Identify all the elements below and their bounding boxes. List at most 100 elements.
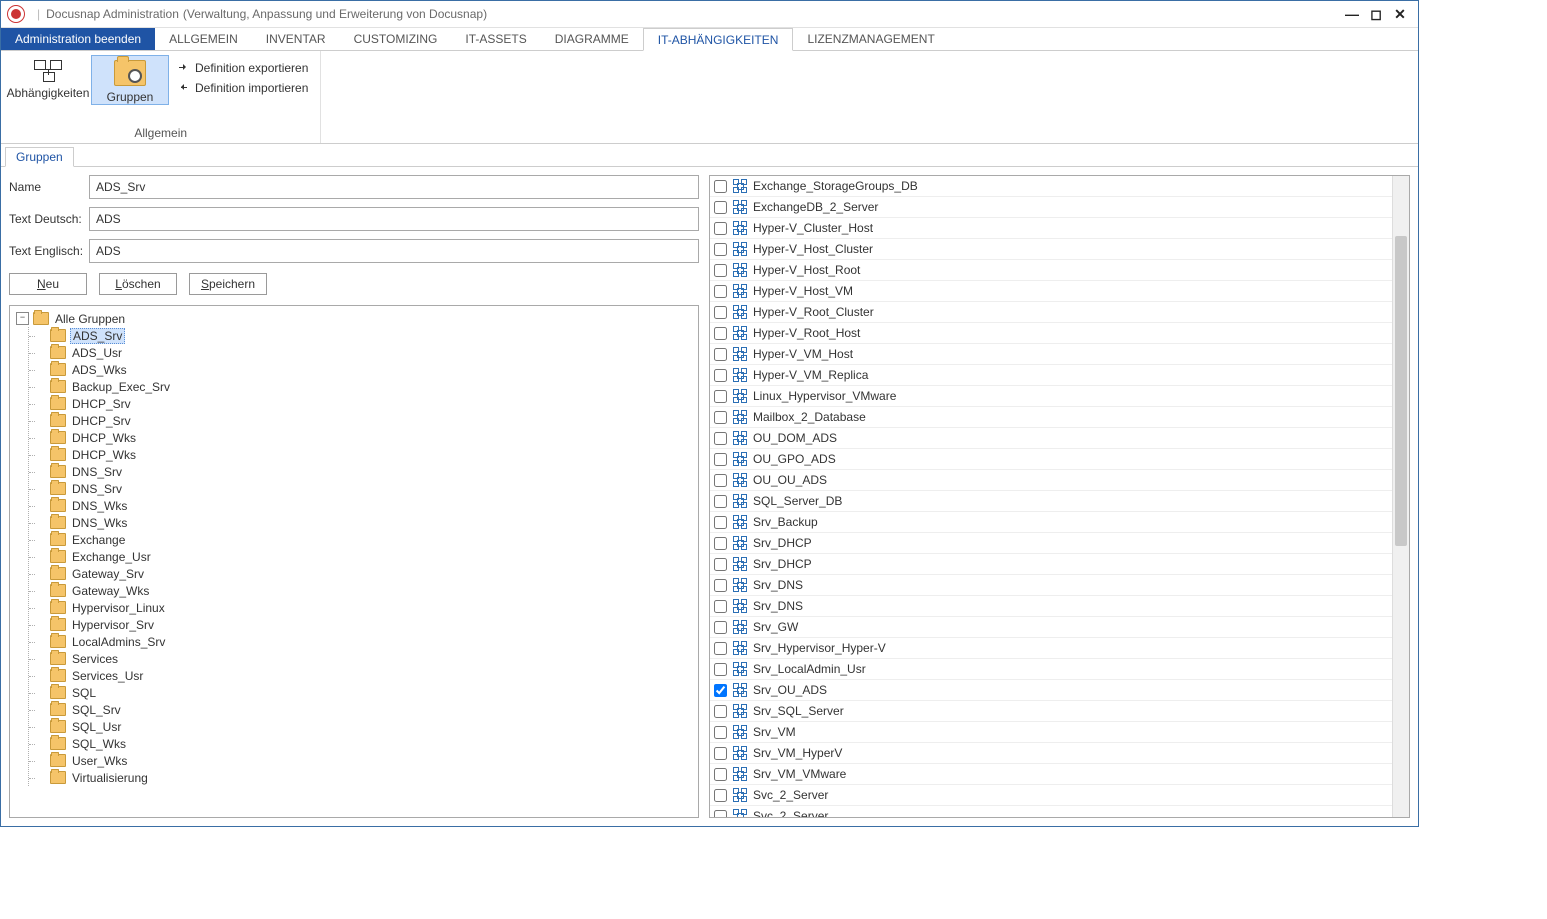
tree-node[interactable]: LocalAdmins_Srv [29, 633, 698, 650]
text-de-input[interactable] [89, 207, 699, 231]
tree-root-node[interactable]: − Alle Gruppen [16, 310, 698, 327]
tree-node[interactable]: Exchange [29, 531, 698, 548]
tree-node[interactable]: DHCP_Srv [29, 395, 698, 412]
save-button[interactable]: Speichern [189, 273, 267, 295]
subtab-groups[interactable]: Gruppen [5, 147, 74, 167]
list-row[interactable]: Hyper-V_Cluster_Host [710, 218, 1392, 239]
collapse-icon[interactable]: − [16, 312, 29, 325]
tree-node[interactable]: Hypervisor_Srv [29, 616, 698, 633]
ribbon-export-button[interactable]: Definition exportieren [173, 59, 312, 77]
tree-node[interactable]: ADS_Usr [29, 344, 698, 361]
tree-node[interactable]: Backup_Exec_Srv [29, 378, 698, 395]
tree-node[interactable]: DHCP_Srv [29, 412, 698, 429]
list-row[interactable]: Hyper-V_Host_Root [710, 260, 1392, 281]
close-button[interactable]: ✕ [1388, 4, 1412, 24]
scrollbar[interactable] [1392, 176, 1409, 817]
list-checkbox[interactable] [714, 516, 727, 529]
list-checkbox[interactable] [714, 747, 727, 760]
tree-node[interactable]: SQL_Srv [29, 701, 698, 718]
tree-node[interactable]: Services [29, 650, 698, 667]
list-checkbox[interactable] [714, 705, 727, 718]
tab-customizing[interactable]: CUSTOMIZING [340, 28, 452, 50]
list-checkbox[interactable] [714, 726, 727, 739]
list-checkbox[interactable] [714, 285, 727, 298]
list-row[interactable]: Srv_VM_VMware [710, 764, 1392, 785]
list-checkbox[interactable] [714, 411, 727, 424]
list-row[interactable]: Srv_OU_ADS [710, 680, 1392, 701]
list-row[interactable]: Exchange_StorageGroups_DB [710, 176, 1392, 197]
tree-node[interactable]: DNS_Srv [29, 480, 698, 497]
list-checkbox[interactable] [714, 621, 727, 634]
tree-node[interactable]: SQL_Wks [29, 735, 698, 752]
list-checkbox[interactable] [714, 768, 727, 781]
tree-node[interactable]: DNS_Wks [29, 497, 698, 514]
tree-node[interactable]: ADS_Srv [29, 327, 698, 344]
tab-it-assets[interactable]: IT-ASSETS [451, 28, 540, 50]
tab-it-abhängigkeiten[interactable]: IT-ABHÄNGIGKEITEN [643, 28, 794, 51]
list-row[interactable]: Hyper-V_VM_Host [710, 344, 1392, 365]
tree-node[interactable]: Gateway_Srv [29, 565, 698, 582]
minimize-button[interactable]: — [1340, 4, 1364, 24]
list-checkbox[interactable] [714, 243, 727, 256]
list-checkbox[interactable] [714, 222, 727, 235]
name-input[interactable] [89, 175, 699, 199]
tree-node[interactable]: User_Wks [29, 752, 698, 769]
list-checkbox[interactable] [714, 663, 727, 676]
tab-exit-admin[interactable]: Administration beenden [1, 28, 155, 50]
new-button[interactable]: Neu [9, 273, 87, 295]
delete-button[interactable]: Löschen [99, 273, 177, 295]
tree-node[interactable]: SQL [29, 684, 698, 701]
scrollbar-thumb[interactable] [1395, 236, 1407, 546]
list-checkbox[interactable] [714, 810, 727, 818]
list-row[interactable]: Srv_VM_HyperV [710, 743, 1392, 764]
tree-node[interactable]: Virtualisierung [29, 769, 698, 786]
list-checkbox[interactable] [714, 642, 727, 655]
list-row[interactable]: Srv_VM [710, 722, 1392, 743]
list-row[interactable]: Srv_LocalAdmin_Usr [710, 659, 1392, 680]
list-row[interactable]: Srv_DNS [710, 596, 1392, 617]
tree-node[interactable]: Gateway_Wks [29, 582, 698, 599]
list-row[interactable]: Hyper-V_Host_Cluster [710, 239, 1392, 260]
list-row[interactable]: ExchangeDB_2_Server [710, 197, 1392, 218]
list-checkbox[interactable] [714, 348, 727, 361]
list-checkbox[interactable] [714, 264, 727, 277]
list-checkbox[interactable] [714, 201, 727, 214]
tree-node[interactable]: Services_Usr [29, 667, 698, 684]
tab-lizenzmanagement[interactable]: LIZENZMANAGEMENT [793, 28, 948, 50]
list-row[interactable]: Mailbox_2_Database [710, 407, 1392, 428]
list-checkbox[interactable] [714, 432, 727, 445]
list-row[interactable]: Srv_SQL_Server [710, 701, 1392, 722]
list-checkbox[interactable] [714, 789, 727, 802]
list-row[interactable]: Srv_DHCP [710, 533, 1392, 554]
group-tree[interactable]: − Alle Gruppen ADS_SrvADS_UsrADS_WksBack… [9, 305, 699, 818]
list-checkbox[interactable] [714, 600, 727, 613]
list-row[interactable]: Hyper-V_Root_Cluster [710, 302, 1392, 323]
text-en-input[interactable] [89, 239, 699, 263]
list-row[interactable]: Srv_DNS [710, 575, 1392, 596]
list-row[interactable]: Srv_GW [710, 617, 1392, 638]
list-row[interactable]: Hyper-V_VM_Replica [710, 365, 1392, 386]
tree-node[interactable]: DHCP_Wks [29, 446, 698, 463]
tab-diagramme[interactable]: DIAGRAMME [541, 28, 643, 50]
tree-node[interactable]: DNS_Wks [29, 514, 698, 531]
tree-node[interactable]: DHCP_Wks [29, 429, 698, 446]
ribbon-import-button[interactable]: Definition importieren [173, 79, 312, 97]
list-checkbox[interactable] [714, 684, 727, 697]
list-checkbox[interactable] [714, 579, 727, 592]
tree-node[interactable]: Exchange_Usr [29, 548, 698, 565]
list-row[interactable]: OU_OU_ADS [710, 470, 1392, 491]
list-row[interactable]: Linux_Hypervisor_VMware [710, 386, 1392, 407]
tree-node[interactable]: DNS_Srv [29, 463, 698, 480]
list-row[interactable]: Hyper-V_Root_Host [710, 323, 1392, 344]
tree-node[interactable]: ADS_Wks [29, 361, 698, 378]
list-row[interactable]: Srv_DHCP [710, 554, 1392, 575]
tab-allgemein[interactable]: ALLGEMEIN [155, 28, 252, 50]
list-checkbox[interactable] [714, 537, 727, 550]
tree-node[interactable]: SQL_Usr [29, 718, 698, 735]
list-checkbox[interactable] [714, 474, 727, 487]
list-row[interactable]: Svc_2_Server [710, 785, 1392, 806]
list-row[interactable]: Svc_2_Server [710, 806, 1392, 817]
ribbon-dependencies-button[interactable]: Abhängigkeiten [9, 55, 87, 105]
list-row[interactable]: Srv_Hypervisor_Hyper-V [710, 638, 1392, 659]
list-checkbox[interactable] [714, 369, 727, 382]
